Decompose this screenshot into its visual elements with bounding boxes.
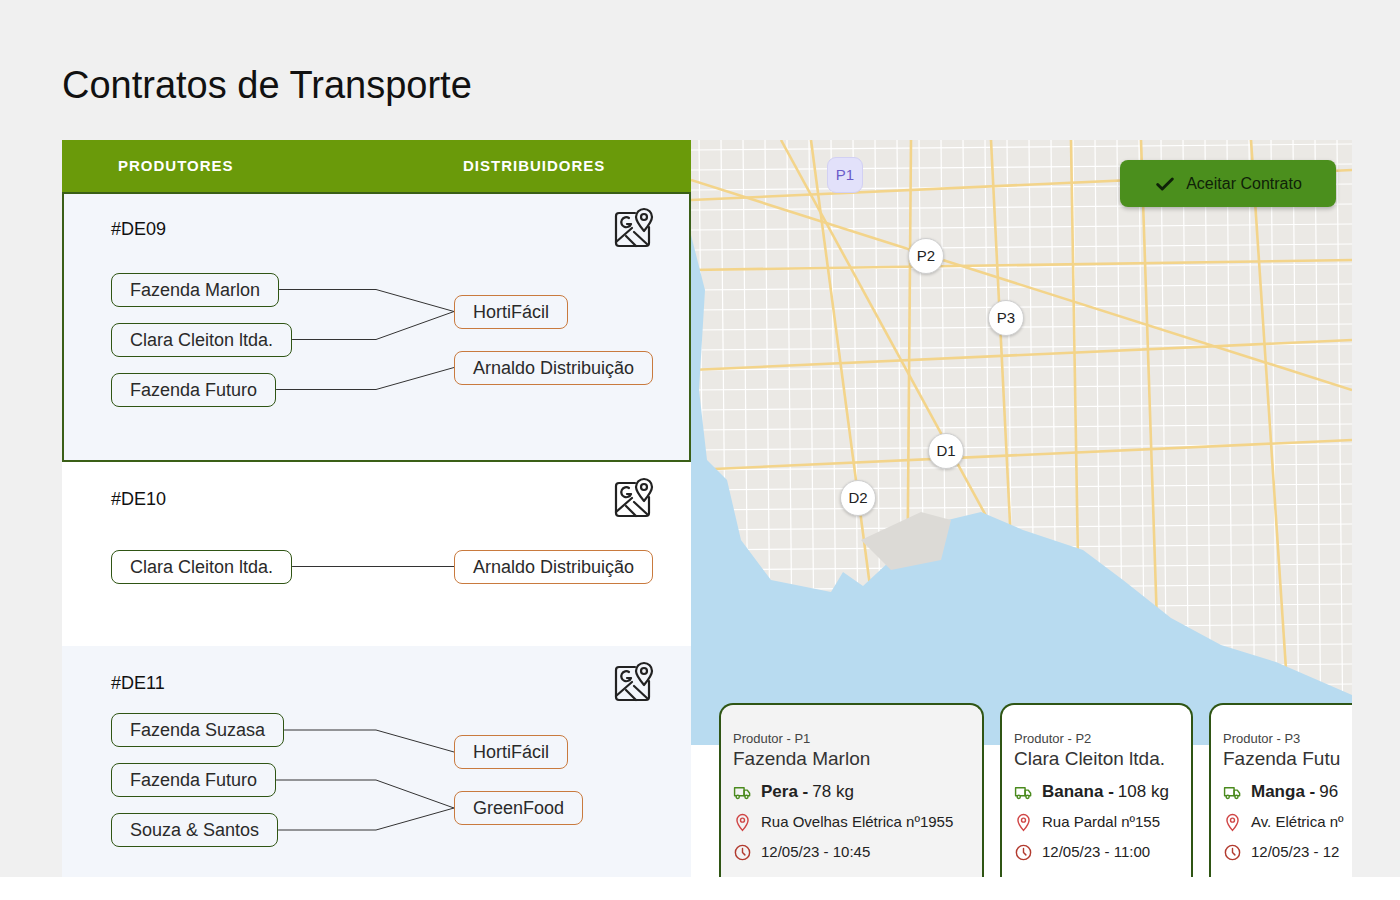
distributor-column: Arnaldo Distribuição xyxy=(454,550,653,584)
contract-diagram: Fazenda Suzasa Fazenda Futuro Souza & Sant… xyxy=(111,713,653,847)
contract-card[interactable]: #DE10 Clara Cleiton ltda. Arnaldo Distribu… xyxy=(62,462,691,646)
shipment-card[interactable]: Produtor - P2Clara Cleiton ltda. Banana -… xyxy=(1000,703,1193,877)
clock-icon xyxy=(1223,843,1242,862)
shipment-card[interactable]: Produtor - P3Fazenda FutuManga -96Av. El… xyxy=(1209,703,1352,877)
shipment-cards: Produtor - P1Fazenda MarlonPera -78 kgRu… xyxy=(719,703,1352,877)
time-row: 12/05/23 - 10:45 xyxy=(733,837,976,867)
producer-name: Fazenda Marlon xyxy=(733,747,976,771)
map-pin[interactable]: P2 xyxy=(908,238,944,274)
pickup-time: 12/05/23 - 11:00 xyxy=(1042,837,1150,867)
list-header: PRODUTORESDISTRIBUIDORES xyxy=(62,140,691,192)
distributors-header: DISTRIBUIDORES xyxy=(463,155,605,178)
producer-node[interactable]: Fazenda Suzasa xyxy=(111,713,284,747)
map-panel: P1P2P3D1D2Aceitar ContratoProdutor - P1F… xyxy=(691,140,1352,877)
product-row: Banana -108 kg xyxy=(1014,777,1185,807)
link-line xyxy=(292,312,454,340)
distributor-column: HortiFácil GreenFood xyxy=(454,735,583,825)
map-view-icon[interactable] xyxy=(613,205,655,249)
clock-icon xyxy=(733,843,752,862)
contracts-list-panel: PRODUTORESDISTRIBUIDORES #DE09 Fazenda Mar… xyxy=(62,140,691,877)
link-line xyxy=(279,290,454,312)
time-row: 12/05/23 - 11:00 xyxy=(1014,837,1185,867)
map-pin[interactable]: P1 xyxy=(827,157,863,193)
shipment-caption: Produtor - P3 xyxy=(1223,731,1352,747)
contracts-panel: PRODUTORESDISTRIBUIDORES #DE09 Fazenda Mar… xyxy=(62,140,1352,877)
clock-icon xyxy=(1014,843,1033,862)
address-row: Rua Ovelhas Elétrica nº1955 xyxy=(733,807,976,837)
address: Rua Ovelhas Elétrica nº1955 xyxy=(761,807,953,837)
product-weight: 96 xyxy=(1319,782,1338,801)
product-row: Pera -78 kg xyxy=(733,777,976,807)
address: Av. Elétrica nº xyxy=(1251,807,1343,837)
map-pin[interactable]: D2 xyxy=(840,480,876,516)
product-row: Manga -96 xyxy=(1223,777,1352,807)
distributor-node[interactable]: HortiFácil xyxy=(454,735,568,769)
link-line xyxy=(276,368,454,390)
producer-column: Fazenda Marlon Clara Cleiton ltda. Fazenda… xyxy=(111,273,454,407)
truck-icon xyxy=(733,783,752,802)
contract-list: #DE09Fazenda MarlonClara Cleiton ltda.Fa… xyxy=(62,192,691,877)
product-amount: Pera -78 kg xyxy=(761,777,854,807)
page: Contratos de Transporte PRODUTORESDISTRIB… xyxy=(0,0,1400,877)
producers-header: PRODUTORES xyxy=(118,155,463,178)
shipment-card[interactable]: Produtor - P1Fazenda MarlonPera -78 kgRu… xyxy=(719,703,984,877)
producer-node[interactable]: Souza & Santos xyxy=(111,813,278,847)
shipment-caption: Produtor - P2 xyxy=(1014,731,1185,747)
map-background xyxy=(691,140,1352,745)
contract-id: #DE10 xyxy=(111,488,653,510)
pickup-time: 12/05/23 - 12 xyxy=(1251,837,1339,867)
product-weight: 108 kg xyxy=(1118,782,1169,801)
address-row: Av. Elétrica nº xyxy=(1223,807,1352,837)
link-line xyxy=(284,730,454,752)
contract-id: #DE09 xyxy=(111,218,653,240)
address-row: Rua Pardal nº155 xyxy=(1014,807,1185,837)
truck-icon xyxy=(1223,783,1242,802)
producer-node[interactable]: Fazenda Futuro xyxy=(111,763,276,797)
product-name: Pera - xyxy=(761,782,808,801)
distributor-column: HortiFácil Arnaldo Distribuição xyxy=(454,295,653,385)
contract-diagram: Clara Cleiton ltda. Arnaldo Distribuição xyxy=(111,529,653,604)
product-name: Banana - xyxy=(1042,782,1114,801)
truck-icon xyxy=(1014,783,1033,802)
link-line xyxy=(276,780,454,808)
contract-id: #DE11 xyxy=(111,672,653,694)
page-title: Contratos de Transporte xyxy=(62,0,1400,108)
pickup-time: 12/05/23 - 10:45 xyxy=(761,837,870,867)
address: Rua Pardal nº155 xyxy=(1042,807,1160,837)
product-name: Manga - xyxy=(1251,782,1315,801)
contract-card[interactable]: #DE11 Fazenda Suzasa Fazenda Futuro Souza &… xyxy=(62,646,691,877)
contract-diagram: Fazenda Marlon Clara Cleiton ltda. Fazenda… xyxy=(111,259,653,420)
producer-node[interactable]: Clara Cleiton ltda. xyxy=(111,323,292,357)
map-pin[interactable]: D1 xyxy=(928,433,964,469)
producer-node[interactable]: Fazenda Marlon xyxy=(111,273,279,307)
location-pin-icon xyxy=(1014,813,1033,832)
product-weight: 78 kg xyxy=(812,782,854,801)
accept-contract-button[interactable]: Aceitar Contrato xyxy=(1120,160,1336,207)
producer-column: Clara Cleiton ltda. xyxy=(111,550,454,584)
product-amount: Banana -108 kg xyxy=(1042,777,1169,807)
distributor-node[interactable]: Arnaldo Distribuição xyxy=(454,550,653,584)
map-view-icon[interactable] xyxy=(613,475,655,519)
producer-name: Clara Cleiton ltda. xyxy=(1014,747,1185,771)
product-amount: Manga -96 xyxy=(1251,777,1338,807)
check-icon xyxy=(1154,173,1176,195)
map[interactable]: P1 P2 P3 D1 D2 Aceitar Contrato xyxy=(691,140,1352,745)
link-line xyxy=(292,566,454,567)
location-pin-icon xyxy=(733,813,752,832)
producer-node[interactable]: Fazenda Futuro xyxy=(111,373,276,407)
producer-name: Fazenda Futu xyxy=(1223,747,1352,771)
location-pin-icon xyxy=(1223,813,1242,832)
distributor-node[interactable]: GreenFood xyxy=(454,791,583,825)
distributor-node[interactable]: HortiFácil xyxy=(454,295,568,329)
producer-node[interactable]: Clara Cleiton ltda. xyxy=(111,550,292,584)
producer-column: Fazenda Suzasa Fazenda Futuro Souza & Sant… xyxy=(111,713,454,847)
map-pin[interactable]: P3 xyxy=(988,300,1024,336)
link-line xyxy=(278,808,454,830)
shipment-caption: Produtor - P1 xyxy=(733,731,976,747)
contract-card[interactable]: #DE09Fazenda MarlonClara Cleiton ltda.Fa… xyxy=(62,192,691,462)
accept-contract-label: Aceitar Contrato xyxy=(1186,172,1302,196)
map-view-icon[interactable] xyxy=(613,659,655,703)
time-row: 12/05/23 - 12 xyxy=(1223,837,1352,867)
distributor-node[interactable]: Arnaldo Distribuição xyxy=(454,351,653,385)
